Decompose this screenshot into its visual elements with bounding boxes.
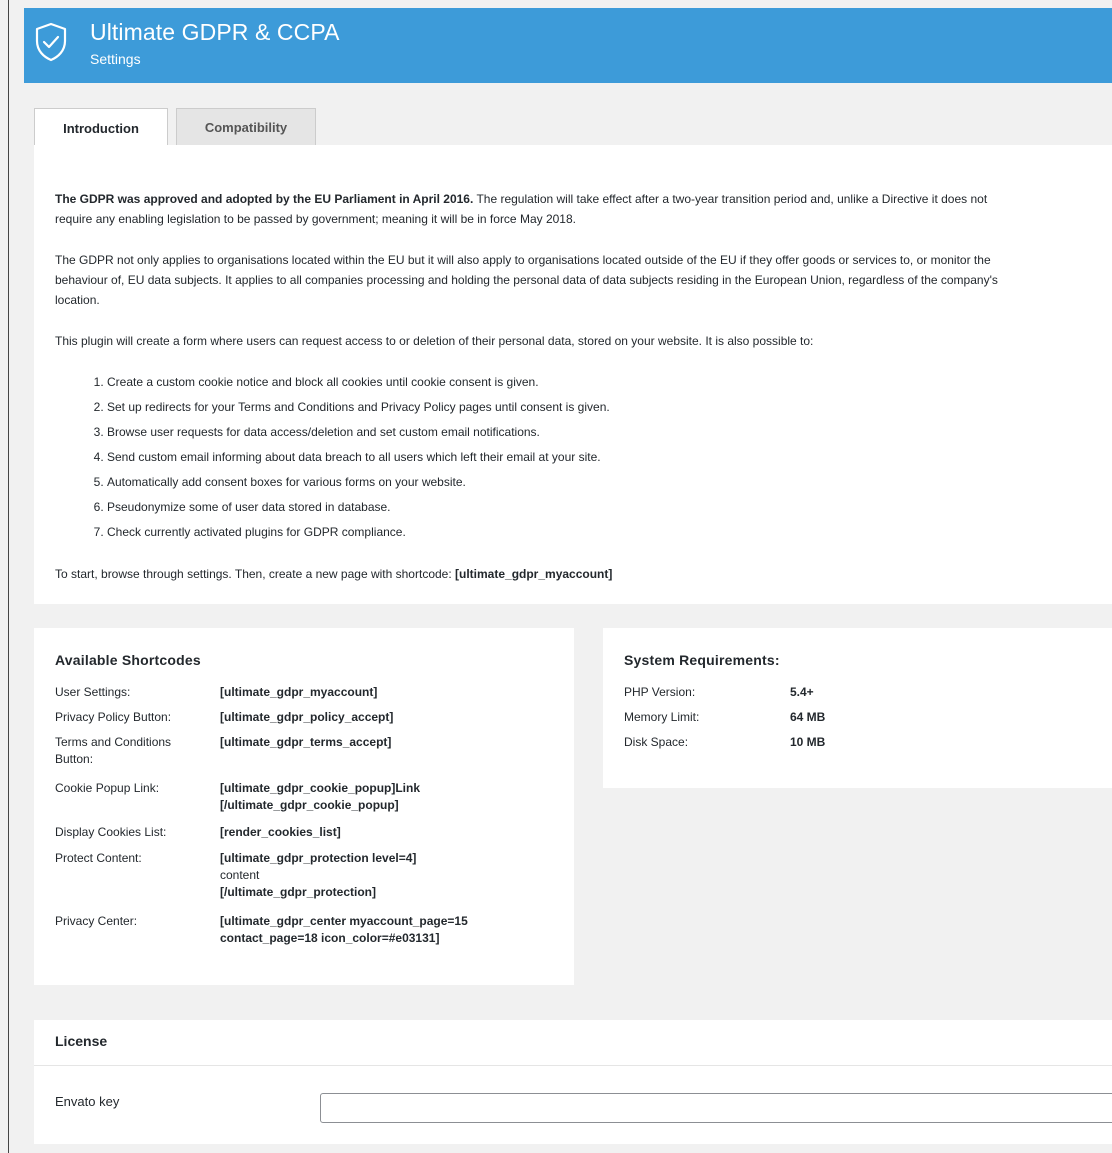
shortcode-value: [ultimate_gdpr_myaccount] <box>220 685 378 699</box>
system-requirements-title: System Requirements: <box>624 652 780 668</box>
requirement-label: Disk Space: <box>624 735 689 749</box>
shortcode-label-line1: Terms and Conditions <box>55 735 172 749</box>
requirement-value: 10 MB <box>790 735 826 749</box>
intro-start-instructions: To start, browse through settings. Then,… <box>55 564 1090 584</box>
envato-key-label: Envato key <box>55 1094 120 1109</box>
list-item: Check currently activated plugins for GD… <box>107 522 610 542</box>
envato-key-input[interactable] <box>320 1093 1112 1123</box>
shield-check-icon <box>35 22 67 62</box>
shortcode-label: Privacy Center: <box>55 914 138 928</box>
shortcode-label: Terms and Conditions Button: <box>55 734 195 768</box>
shortcode-value: [ultimate_gdpr_terms_accept] <box>220 735 392 749</box>
shortcode-line3: [/ultimate_gdpr_protection] <box>220 885 377 899</box>
shortcode-line1: [ultimate_gdpr_center myaccount_page=15 <box>220 914 468 928</box>
list-item: Automatically add consent boxes for vari… <box>107 472 610 492</box>
list-item: Pseudonymize some of user data stored in… <box>107 497 610 517</box>
shortcode-label: Display Cookies List: <box>55 825 167 839</box>
shortcode-line2: [/ultimate_gdpr_cookie_popup] <box>220 798 399 812</box>
divider <box>34 1065 1112 1066</box>
intro-p2-line2: behaviour of, EU data subjects. It appli… <box>55 273 998 287</box>
list-item: Set up redirects for your Terms and Cond… <box>107 397 610 417</box>
list-item: Create a custom cookie notice and block … <box>107 372 610 392</box>
shortcode-value: [ultimate_gdpr_protection level=4] conten… <box>220 850 540 901</box>
shortcode-label-line2: Button: <box>55 752 94 766</box>
shortcode-value: [render_cookies_list] <box>220 825 341 839</box>
app-subtitle: Settings <box>90 51 141 67</box>
app-title: Ultimate GDPR & CCPA <box>90 19 340 45</box>
shortcode-line1: [ultimate_gdpr_protection level=4] <box>220 851 417 865</box>
shortcode-value: [ultimate_gdpr_center myaccount_page=15c… <box>220 913 540 947</box>
shortcode-value: [ultimate_gdpr_cookie_popup]Link [/ultima… <box>220 780 540 814</box>
plugin-header: Ultimate GDPR & CCPA Settings <box>24 8 1112 83</box>
requirement-label: PHP Version: <box>624 685 696 699</box>
intro-p1-line2: require any enabling legislation to be p… <box>55 212 576 226</box>
shortcode-label: Cookie Popup Link: <box>55 781 160 795</box>
shortcode-line2: content <box>220 868 260 882</box>
list-item: Browse user requests for data access/del… <box>107 422 610 442</box>
license-title: License <box>55 1033 108 1049</box>
shortcode-label: Protect Content: <box>55 851 142 865</box>
intro-paragraph-1: The GDPR was approved and adopted by the… <box>55 189 1090 229</box>
intro-p2-line1: The GDPR not only applies to organisatio… <box>55 253 991 267</box>
requirement-value: 5.4+ <box>790 685 814 699</box>
requirement-value: 64 MB <box>790 710 826 724</box>
intro-bold-lead: The GDPR was approved and adopted by the… <box>55 192 474 206</box>
page-left-border <box>8 0 9 1153</box>
intro-p2-line3: location. <box>55 293 100 307</box>
start-text: To start, browse through settings. Then,… <box>55 567 456 581</box>
system-requirements-panel: System Requirements: PHP Version: 5.4+ M… <box>603 628 1112 788</box>
tab-compatibility[interactable]: Compatibility <box>176 108 316 146</box>
introduction-panel: The GDPR was approved and adopted by the… <box>34 145 1112 604</box>
shortcode-label: User Settings: <box>55 685 131 699</box>
shortcode-line1: [ultimate_gdpr_cookie_popup]Link <box>220 781 421 795</box>
license-panel: License Envato key <box>34 1020 1112 1144</box>
start-shortcode: [ultimate_gdpr_myaccount] <box>455 567 613 581</box>
feature-list: Create a custom cookie notice and block … <box>55 372 610 547</box>
intro-paragraph-3: This plugin will create a form where use… <box>55 334 814 348</box>
intro-paragraph-2: The GDPR not only applies to organisatio… <box>55 250 1090 310</box>
requirement-label: Memory Limit: <box>624 710 700 724</box>
shortcode-label: Privacy Policy Button: <box>55 710 172 724</box>
tab-introduction[interactable]: Introduction <box>34 108 168 147</box>
shortcode-value: [ultimate_gdpr_policy_accept] <box>220 710 394 724</box>
shortcodes-title: Available Shortcodes <box>55 652 201 668</box>
shortcode-line2: contact_page=18 icon_color=#e03131] <box>220 931 440 945</box>
available-shortcodes-panel: Available Shortcodes User Settings: [ult… <box>34 628 574 985</box>
list-item: Send custom email informing about data b… <box>107 447 610 467</box>
intro-p1-line1: The regulation will take effect after a … <box>473 192 988 206</box>
